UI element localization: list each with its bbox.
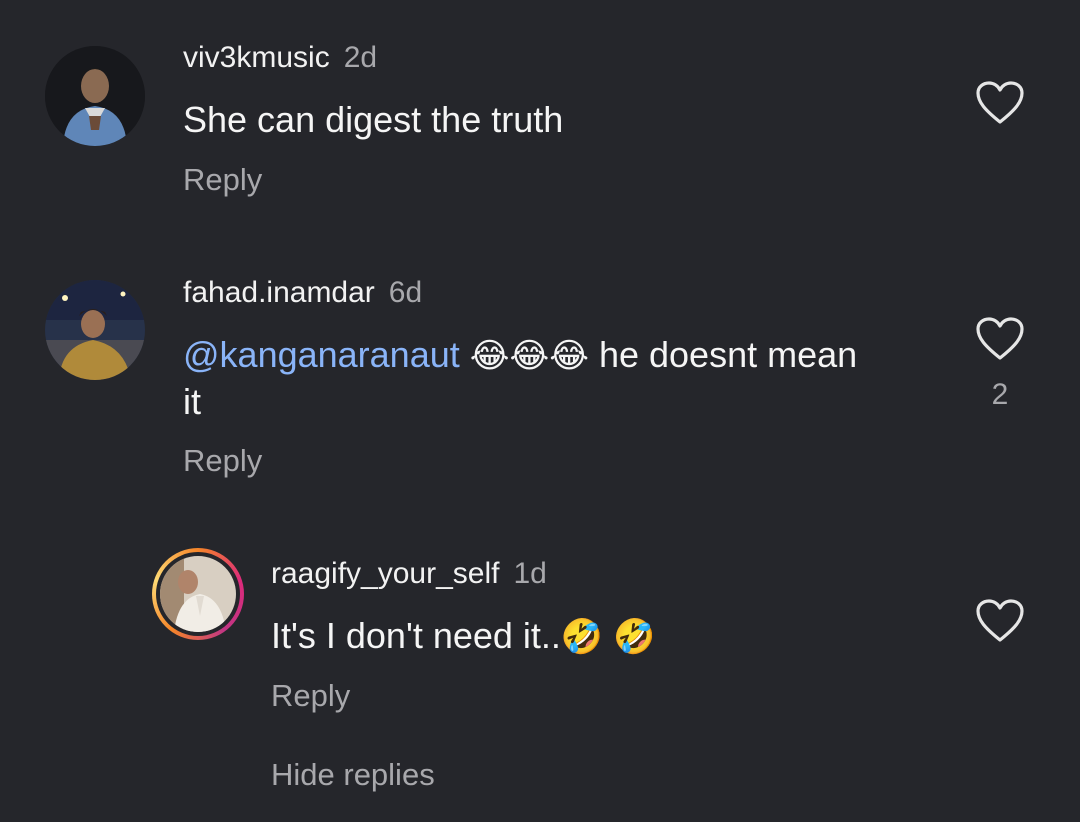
hide-replies-button[interactable]: Hide replies bbox=[271, 757, 435, 793]
comment-text: @kanganaranaut 😂😂😂 he doesnt mean it bbox=[183, 332, 943, 425]
reply-button[interactable]: Reply bbox=[271, 678, 350, 714]
avatar[interactable] bbox=[45, 46, 145, 146]
reply-timestamp: 1d bbox=[513, 557, 547, 590]
avatar[interactable] bbox=[160, 556, 236, 632]
emoji: 🤣 bbox=[560, 618, 604, 656]
avatar[interactable] bbox=[45, 280, 145, 380]
reply-button[interactable]: Reply bbox=[183, 162, 262, 198]
comment-text-rest: he doesnt mean bbox=[598, 334, 858, 375]
emoji-group: 😂😂😂 bbox=[469, 337, 589, 375]
comment-username[interactable]: viv3kmusic 2d bbox=[183, 41, 377, 75]
like-heart-icon[interactable] bbox=[975, 598, 1025, 644]
reply-username[interactable]: raagify_your_self 1d bbox=[271, 557, 547, 591]
comment-timestamp: 6d bbox=[388, 276, 423, 309]
emoji: 🤣 bbox=[613, 618, 656, 656]
like-heart-icon[interactable] bbox=[975, 80, 1025, 126]
comment-timestamp: 2d bbox=[343, 41, 378, 74]
comment-text: She can digest the truth bbox=[183, 99, 564, 140]
mention-link[interactable]: @kanganaranaut bbox=[183, 334, 460, 375]
like-count: 2 bbox=[991, 378, 1009, 411]
reply-button[interactable]: Reply bbox=[183, 443, 262, 479]
comment-text-line2: it bbox=[183, 381, 201, 422]
like-heart-icon[interactable] bbox=[975, 316, 1025, 362]
comment-username[interactable]: fahad.inamdar 6d bbox=[183, 276, 422, 310]
reply-text: It's I don't need it..🤣 🤣 bbox=[271, 615, 656, 656]
